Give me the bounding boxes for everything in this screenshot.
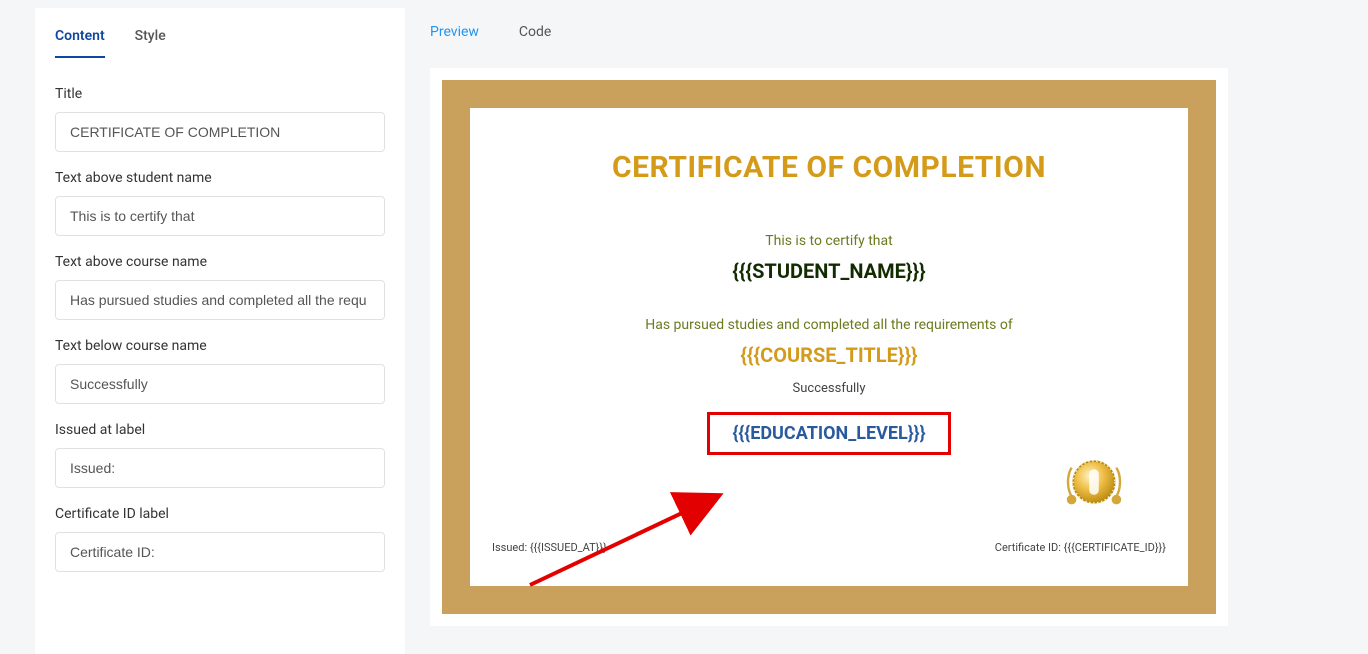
tab-style[interactable]: Style (135, 28, 166, 58)
certificate-education-highlight: {{{EDUCATION_LEVEL}}} (707, 412, 950, 455)
main-panel: Preview Code CERTIFICATE OF COMPLETION T… (430, 8, 1338, 626)
certificate-preview: CERTIFICATE OF COMPLETION This is to cer… (430, 68, 1228, 626)
tab-content[interactable]: Content (55, 28, 105, 58)
input-text-below-course[interactable] (55, 364, 385, 404)
certificate-education-level: {{{EDUCATION_LEVEL}}} (732, 423, 925, 444)
certificate-id: Certificate ID: {{{CERTIFICATE_ID}}} (995, 541, 1166, 554)
label-issued: Issued at label (55, 422, 385, 438)
label-text-above-course: Text above course name (55, 254, 385, 270)
input-issued[interactable] (55, 448, 385, 488)
certificate-outer: CERTIFICATE OF COMPLETION This is to cer… (442, 80, 1216, 614)
label-title: Title (55, 86, 385, 102)
certificate-footer: Issued: {{{ISSUED_AT}}} Certificate ID: … (484, 541, 1174, 554)
sidebar-panel: Content Style Title Text above student n… (35, 8, 405, 654)
certificate-text-above-course: Has pursued studies and completed all th… (524, 317, 1134, 333)
tab-code[interactable]: Code (519, 24, 551, 40)
tab-preview[interactable]: Preview (430, 24, 479, 40)
certificate-issued-at: Issued: {{{ISSUED_AT}}} (492, 541, 607, 554)
main-tabs: Preview Code (430, 8, 1338, 40)
certificate-title: CERTIFICATE OF COMPLETION (524, 150, 1134, 185)
label-cert-id: Certificate ID label (55, 506, 385, 522)
label-text-below-course: Text below course name (55, 338, 385, 354)
certificate-text-above-name: This is to certify that (524, 233, 1134, 249)
certificate-student-name: {{{STUDENT_NAME}}} (524, 259, 1134, 283)
certificate-text-below-course: Successfully (524, 381, 1134, 396)
certificate-course-title: {{{COURSE_TITLE}}} (524, 343, 1134, 367)
input-text-above-course[interactable] (55, 280, 385, 320)
input-title[interactable] (55, 112, 385, 152)
label-text-above-name: Text above student name (55, 170, 385, 186)
certificate-body: CERTIFICATE OF COMPLETION This is to cer… (484, 122, 1174, 572)
input-cert-id[interactable] (55, 532, 385, 572)
sidebar-tabs: Content Style (55, 28, 385, 58)
input-text-above-name[interactable] (55, 196, 385, 236)
certificate-seal-icon (1054, 442, 1134, 522)
